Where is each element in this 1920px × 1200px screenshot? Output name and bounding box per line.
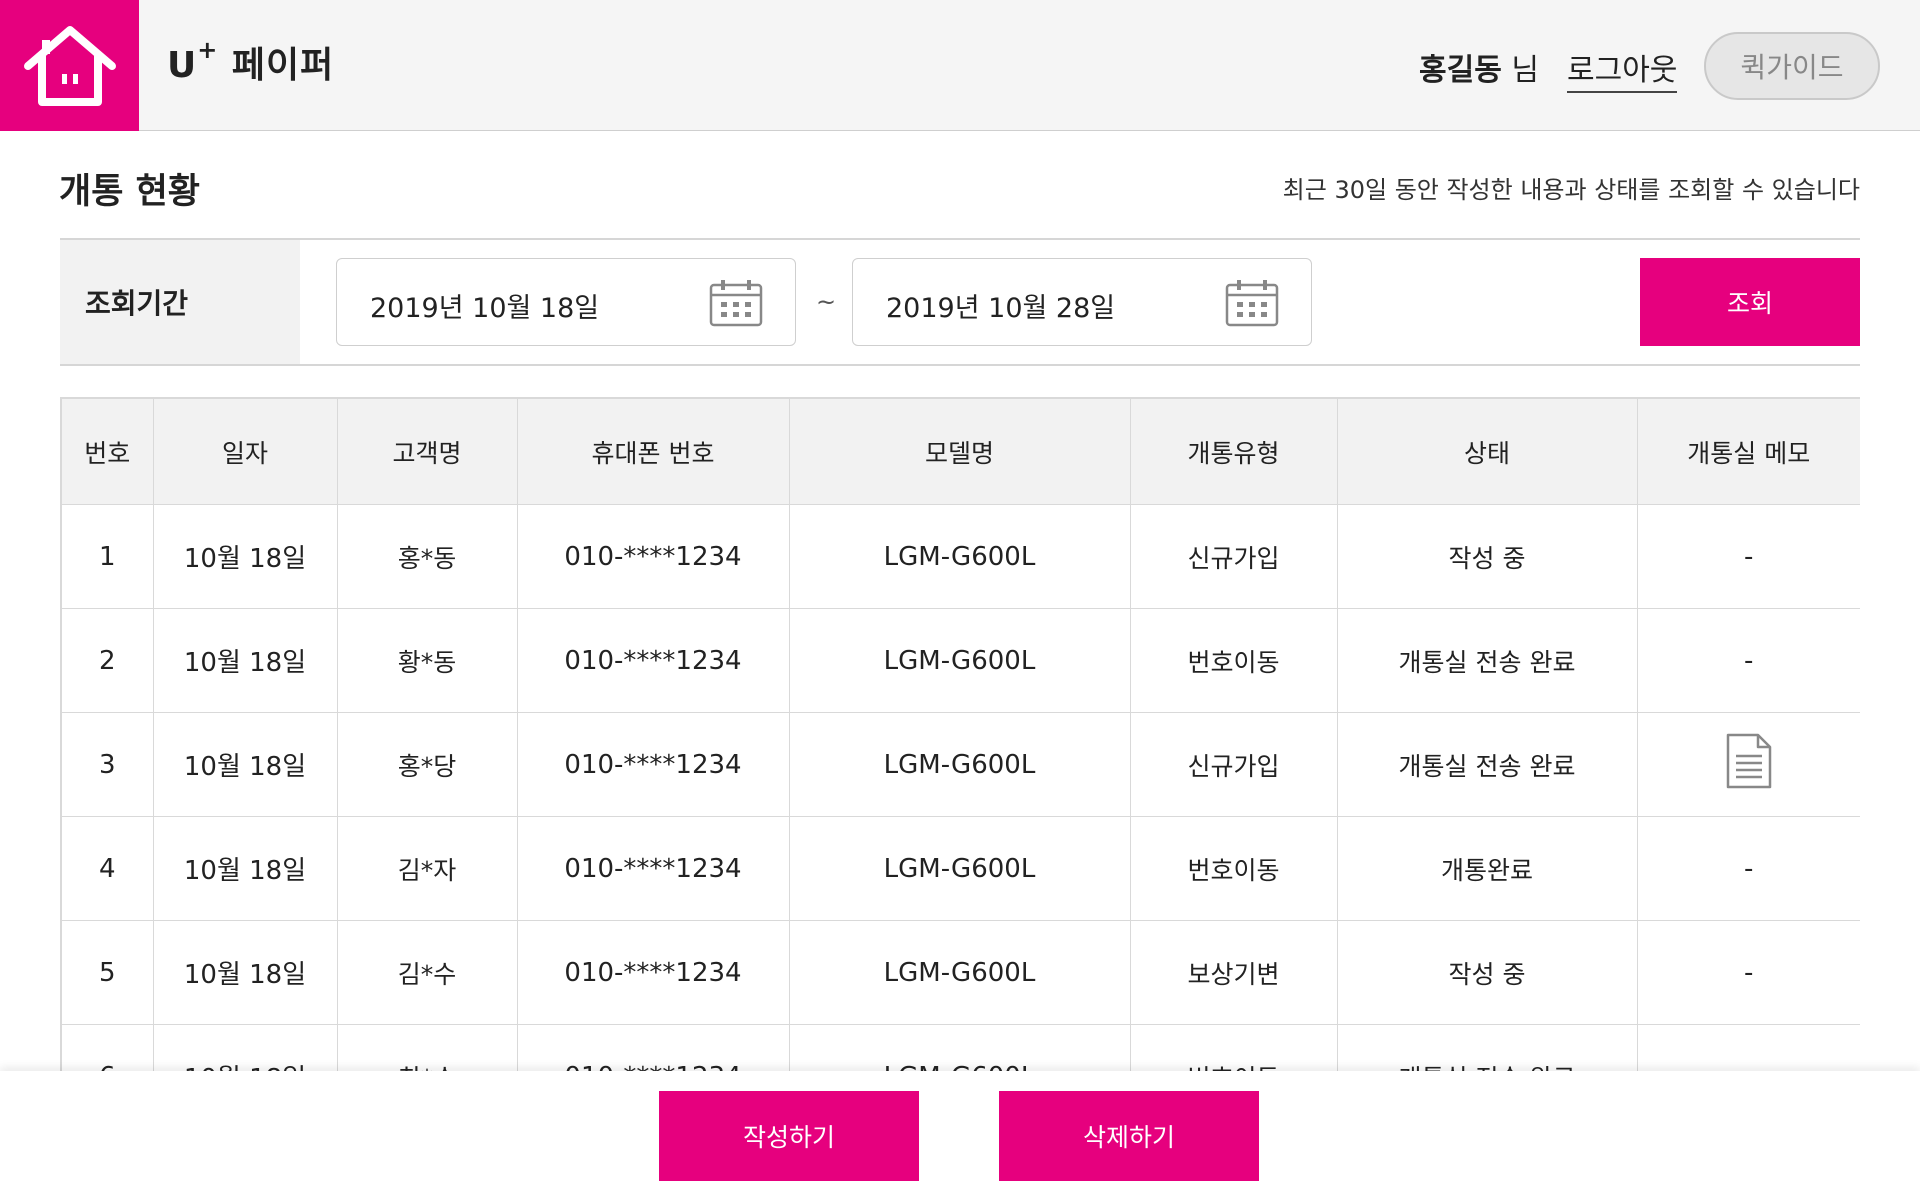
row-customer-name: 김*자	[336, 816, 518, 921]
row-date: 10월 18일	[152, 920, 338, 1025]
row-customer-name: 최*수	[336, 1024, 518, 1071]
row-status: 개통실 전송 완료	[1336, 1024, 1638, 1071]
calendar-icon[interactable]	[1225, 279, 1279, 327]
memo-document-icon[interactable]	[1725, 732, 1773, 790]
user-greeting: 홍길동 님	[1419, 53, 1539, 88]
row-phone: 010-****1234	[516, 1024, 790, 1071]
row-type: 신규가입	[1129, 504, 1338, 609]
activation-table: 번호 일자 고객명 휴대폰 번호 모델명 개통유형 상태 개통실 메모 1 10…	[60, 397, 1860, 1071]
row-number: 4	[60, 816, 154, 921]
home-icon	[23, 25, 116, 106]
row-memo: -	[1636, 608, 1860, 713]
row-model: LGM-G600L	[788, 920, 1131, 1025]
table-row[interactable]: 5 10월 18일 김*수 010-****1234 LGM-G600L 보상기…	[60, 920, 1860, 1025]
logout-link[interactable]: 로그아웃	[1567, 45, 1678, 93]
table-row[interactable]: 4 10월 18일 김*자 010-****1234 LGM-G600L 번호이…	[60, 816, 1860, 921]
row-type: 번호이동	[1129, 608, 1338, 713]
row-number: 5	[60, 920, 154, 1025]
row-type: 보상기변	[1129, 920, 1338, 1025]
row-type: 번호이동	[1129, 816, 1338, 921]
row-date: 10월 18일	[152, 712, 338, 817]
row-model: LGM-G600L	[788, 608, 1131, 713]
row-model: LGM-G600L	[788, 816, 1131, 921]
quick-guide-button[interactable]: 퀵가이드	[1704, 32, 1880, 100]
row-phone: 010-****1234	[516, 712, 790, 817]
row-number: 2	[60, 608, 154, 713]
column-header: 모델명	[788, 397, 1131, 505]
row-status: 개통실 전송 완료	[1336, 712, 1638, 817]
column-header: 개통유형	[1129, 397, 1338, 505]
date-range-separator: ~	[816, 288, 837, 316]
search-period-label: 조회기간	[60, 240, 300, 364]
row-customer-name: 홍*당	[336, 712, 518, 817]
row-memo: -	[1636, 920, 1860, 1025]
row-phone: 010-****1234	[516, 920, 790, 1025]
row-model: LGM-G600L	[788, 1024, 1131, 1071]
page-description: 최근 30일 동안 작성한 내용과 상태를 조회할 수 있습니다	[1282, 176, 1860, 204]
row-status: 개통실 전송 완료	[1336, 608, 1638, 713]
row-status: 개통완료	[1336, 816, 1638, 921]
column-header: 번호	[60, 397, 154, 505]
search-button[interactable]: 조회	[1640, 258, 1860, 346]
calendar-icon[interactable]	[709, 279, 763, 327]
column-header: 일자	[152, 397, 338, 505]
top-header: U+ 페이퍼 홍길동 님 로그아웃 퀵가이드	[0, 0, 1920, 131]
end-date-value: 2019년 10월 28일	[886, 293, 1116, 324]
home-button[interactable]	[0, 0, 139, 131]
table-header-row: 번호 일자 고객명 휴대폰 번호 모델명 개통유형 상태 개통실 메모	[60, 397, 1860, 505]
row-phone: 010-****1234	[516, 816, 790, 921]
table-row[interactable]: 6 10월 18일 최*수 010-****1234 LGM-G600L 번호이…	[60, 1024, 1860, 1071]
row-date: 10월 18일	[152, 504, 338, 609]
table-row[interactable]: 3 10월 18일 홍*당 010-****1234 LGM-G600L 신규가…	[60, 712, 1860, 817]
activation-table-container[interactable]: 번호 일자 고객명 휴대폰 번호 모델명 개통유형 상태 개통실 메모 1 10…	[60, 397, 1860, 1071]
column-header: 휴대폰 번호	[516, 397, 790, 505]
row-date: 10월 18일	[152, 1024, 338, 1071]
page-title: 개통 현황	[59, 172, 200, 212]
row-memo: -	[1636, 1024, 1860, 1071]
write-button[interactable]: 작성하기	[659, 1091, 919, 1181]
row-memo: -	[1636, 504, 1860, 609]
table-row[interactable]: 2 10월 18일 황*동 010-****1234 LGM-G600L 번호이…	[60, 608, 1860, 713]
delete-button[interactable]: 삭제하기	[999, 1091, 1259, 1181]
row-phone: 010-****1234	[516, 608, 790, 713]
column-header: 상태	[1336, 397, 1638, 505]
row-customer-name: 황*동	[336, 608, 518, 713]
row-type: 번호이동	[1129, 1024, 1338, 1071]
end-date-picker[interactable]: 2019년 10월 28일	[852, 258, 1312, 346]
row-date: 10월 18일	[152, 816, 338, 921]
start-date-value: 2019년 10월 18일	[370, 293, 600, 324]
column-header: 개통실 메모	[1636, 397, 1860, 505]
row-type: 신규가입	[1129, 712, 1338, 817]
row-memo: -	[1636, 816, 1860, 921]
row-number: 3	[60, 712, 154, 817]
row-memo	[1636, 712, 1860, 817]
row-model: LGM-G600L	[788, 712, 1131, 817]
user-name: 홍길동	[1419, 53, 1502, 88]
search-bar: 조회기간 2019년 10월 18일 ~ 2019년 10월 28일 조회	[60, 238, 1860, 366]
row-number: 6	[60, 1024, 154, 1071]
brand-title: U+ 페이퍼	[167, 36, 335, 86]
table-row[interactable]: 1 10월 18일 홍*동 010-****1234 LGM-G600L 신규가…	[60, 504, 1860, 609]
row-number: 1	[60, 504, 154, 609]
row-customer-name: 홍*동	[336, 504, 518, 609]
column-header: 고객명	[336, 397, 518, 505]
bottom-action-bar: 작성하기 삭제하기	[0, 1071, 1920, 1200]
row-customer-name: 김*수	[336, 920, 518, 1025]
row-date: 10월 18일	[152, 608, 338, 713]
row-status: 작성 중	[1336, 920, 1638, 1025]
row-model: LGM-G600L	[788, 504, 1131, 609]
row-status: 작성 중	[1336, 504, 1638, 609]
start-date-picker[interactable]: 2019년 10월 18일	[336, 258, 796, 346]
row-phone: 010-****1234	[516, 504, 790, 609]
